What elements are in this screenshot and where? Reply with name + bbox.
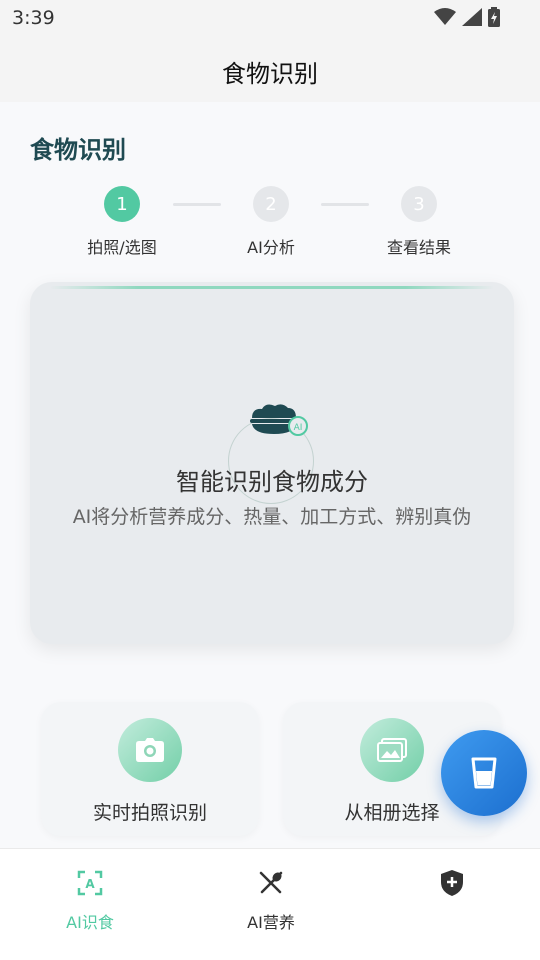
step-1-label: 拍照/选图 bbox=[87, 238, 157, 257]
step-3: 3 查看结果 bbox=[359, 186, 479, 258]
nav-item-health[interactable] bbox=[392, 867, 512, 909]
wifi-icon bbox=[434, 8, 456, 25]
ai-scan-icon: A bbox=[77, 870, 103, 896]
food-bowl-ai-icon: AI bbox=[250, 404, 308, 436]
bottom-nav: A AI识食 AI营养 bbox=[0, 848, 540, 960]
step-3-number: 3 bbox=[401, 186, 437, 222]
svg-text:A: A bbox=[85, 877, 95, 891]
camera-icon bbox=[136, 738, 164, 762]
gallery-icon bbox=[377, 738, 407, 762]
water-cup-fab[interactable] bbox=[441, 730, 527, 816]
scan-line bbox=[50, 286, 494, 289]
step-2: 2 AI分析 bbox=[211, 186, 331, 258]
camera-capture-button[interactable]: 实时拍照识别 bbox=[41, 702, 259, 836]
step-1-number: 1 bbox=[104, 186, 140, 222]
nav-label-ai-nutrition: AI营养 bbox=[247, 913, 295, 932]
recognition-card-subtitle: AI将分析营养成分、热量、加工方式、辨别真伪 bbox=[72, 506, 472, 528]
app-bar: 食物识别 bbox=[0, 38, 540, 102]
ai-badge-text: AI bbox=[294, 423, 303, 433]
nav-item-ai-nutrition[interactable]: AI营养 bbox=[211, 867, 331, 933]
nav-item-ai-food[interactable]: A AI识食 bbox=[30, 867, 150, 933]
battery-icon bbox=[488, 7, 500, 27]
section-title: 食物识别 bbox=[30, 136, 126, 164]
signal-icon bbox=[462, 8, 482, 26]
app-bar-title: 食物识别 bbox=[222, 60, 318, 88]
status-time: 3:39 bbox=[12, 7, 55, 29]
shield-plus-icon bbox=[441, 870, 463, 896]
gallery-icon-circle bbox=[360, 718, 424, 782]
step-2-number: 2 bbox=[253, 186, 289, 222]
recognition-card-title: 智能识别食物成分 bbox=[176, 468, 368, 496]
step-2-label: AI分析 bbox=[247, 238, 295, 257]
fork-knife-icon bbox=[259, 871, 283, 894]
screen: 3:39 食物识别 食物识别 1 拍照/选图 2 AI分析 3 查看结果 AI … bbox=[0, 0, 540, 960]
step-3-label: 查看结果 bbox=[386, 238, 451, 257]
status-bar: 3:39 bbox=[0, 0, 540, 38]
camera-capture-label: 实时拍照识别 bbox=[92, 802, 207, 824]
cup-icon bbox=[471, 757, 497, 789]
recognition-card[interactable]: AI 智能识别食物成分 AI将分析营养成分、热量、加工方式、辨别真伪 bbox=[30, 282, 514, 644]
step-1: 1 拍照/选图 bbox=[62, 186, 182, 258]
status-icons bbox=[434, 7, 500, 27]
nav-label-ai-food: AI识食 bbox=[66, 913, 114, 932]
camera-icon-circle bbox=[118, 718, 182, 782]
